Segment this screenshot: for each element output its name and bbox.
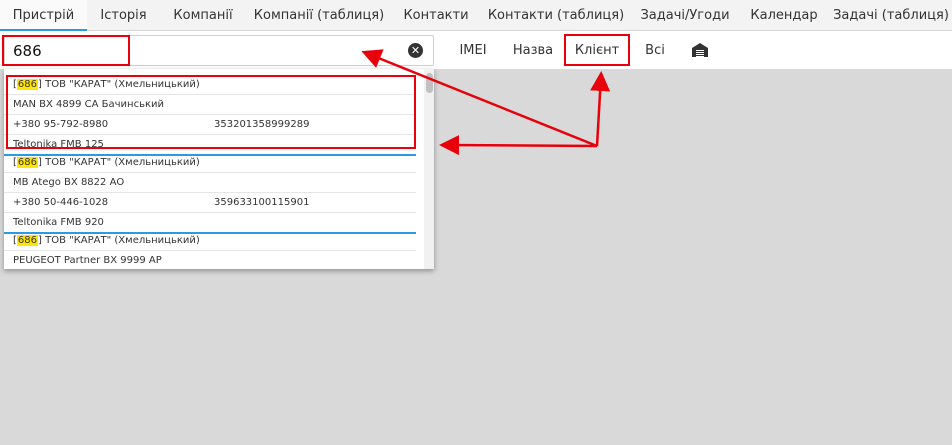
- result-item[interactable]: [686] ТОВ "КАРАТ" (Хмельницький) MB Ateg…: [4, 153, 416, 234]
- result-company: ТОВ "КАРАТ" (Хмельницький): [45, 157, 200, 168]
- search-input[interactable]: [13, 39, 393, 63]
- tab-devices[interactable]: Пристрій: [0, 0, 87, 31]
- result-company-line: [686] ТОВ "КАРАТ" (Хмельницький): [4, 75, 416, 95]
- result-phone-line: +380 95-792-8980 353201358999289: [4, 115, 416, 135]
- result-vehicle: PEUGEOT Partner ВХ 9999 АР: [4, 251, 416, 269]
- result-imei: 359633100115901: [214, 197, 310, 208]
- result-phone: +380 95-792-8980: [13, 119, 109, 130]
- tab-tasks-table[interactable]: Задачі (таблиця): [830, 0, 952, 31]
- scrollbar-track[interactable]: [424, 69, 434, 269]
- result-item[interactable]: [686] ТОВ "КАРАТ" (Хмельницький) PEUGEOT…: [4, 231, 416, 269]
- tab-history[interactable]: Історія: [87, 0, 160, 31]
- result-tracker-text: Teltonika FMB 125: [13, 139, 104, 150]
- result-tracker-text: Teltonika FMB 920: [13, 217, 104, 228]
- result-company: ТОВ "КАРАТ" (Хмельницький): [45, 235, 200, 246]
- tab-companies-table[interactable]: Компанії (таблиця): [246, 0, 392, 31]
- result-company-line: [686] ТОВ "КАРАТ" (Хмельницький): [4, 231, 416, 251]
- filter-client-button[interactable]: Клієнт: [566, 37, 628, 65]
- search-box: ✕: [4, 35, 434, 66]
- result-phone-line: +380 50-446-1028 359633100115901: [4, 193, 416, 213]
- search-results-dropdown: [686] ТОВ "КАРАТ" (Хмельницький) MAN ВХ …: [4, 69, 434, 269]
- result-company: ТОВ "КАРАТ" (Хмельницький): [45, 79, 200, 90]
- result-vehicle: MAN ВХ 4899 СА Бачинський: [4, 95, 416, 115]
- warehouse-icon[interactable]: [691, 42, 709, 58]
- result-imei: 353201358999289: [214, 119, 310, 130]
- main-tab-bar: Пристрій Історія Компанії Компанії (табл…: [0, 0, 952, 31]
- search-match-highlight: 686: [16, 79, 38, 90]
- result-tracker: Teltonika FMB 125: [4, 135, 416, 154]
- scrollbar-thumb[interactable]: [426, 73, 433, 93]
- filter-all-button[interactable]: Всі: [640, 37, 670, 65]
- result-vehicle: MB Atego ВХ 8822 АО: [4, 173, 416, 193]
- result-vehicle-text: MB Atego ВХ 8822 АО: [13, 177, 125, 188]
- tab-contacts-table[interactable]: Контакти (таблиця): [480, 0, 632, 31]
- result-company-line: [686] ТОВ "КАРАТ" (Хмельницький): [4, 153, 416, 173]
- tab-calendar[interactable]: Календар: [738, 0, 830, 31]
- tab-tasks-deals[interactable]: Задачі/Угоди: [632, 0, 738, 31]
- search-match-highlight: 686: [16, 157, 38, 168]
- result-vehicle-text: PEUGEOT Partner ВХ 9999 АР: [13, 255, 162, 266]
- result-vehicle-text: MAN ВХ 4899 СА Бачинський: [13, 99, 165, 110]
- result-phone: +380 50-446-1028: [13, 197, 109, 208]
- clear-icon[interactable]: ✕: [408, 43, 423, 58]
- search-match-highlight: 686: [16, 235, 38, 246]
- filter-name-button[interactable]: Назва: [508, 37, 558, 65]
- tab-contacts[interactable]: Контакти: [392, 0, 480, 31]
- tab-companies[interactable]: Компанії: [160, 0, 246, 31]
- result-tracker: Teltonika FMB 920: [4, 213, 416, 232]
- result-item[interactable]: [686] ТОВ "КАРАТ" (Хмельницький) MAN ВХ …: [4, 75, 416, 156]
- filter-imei-button[interactable]: IMEI: [452, 37, 494, 65]
